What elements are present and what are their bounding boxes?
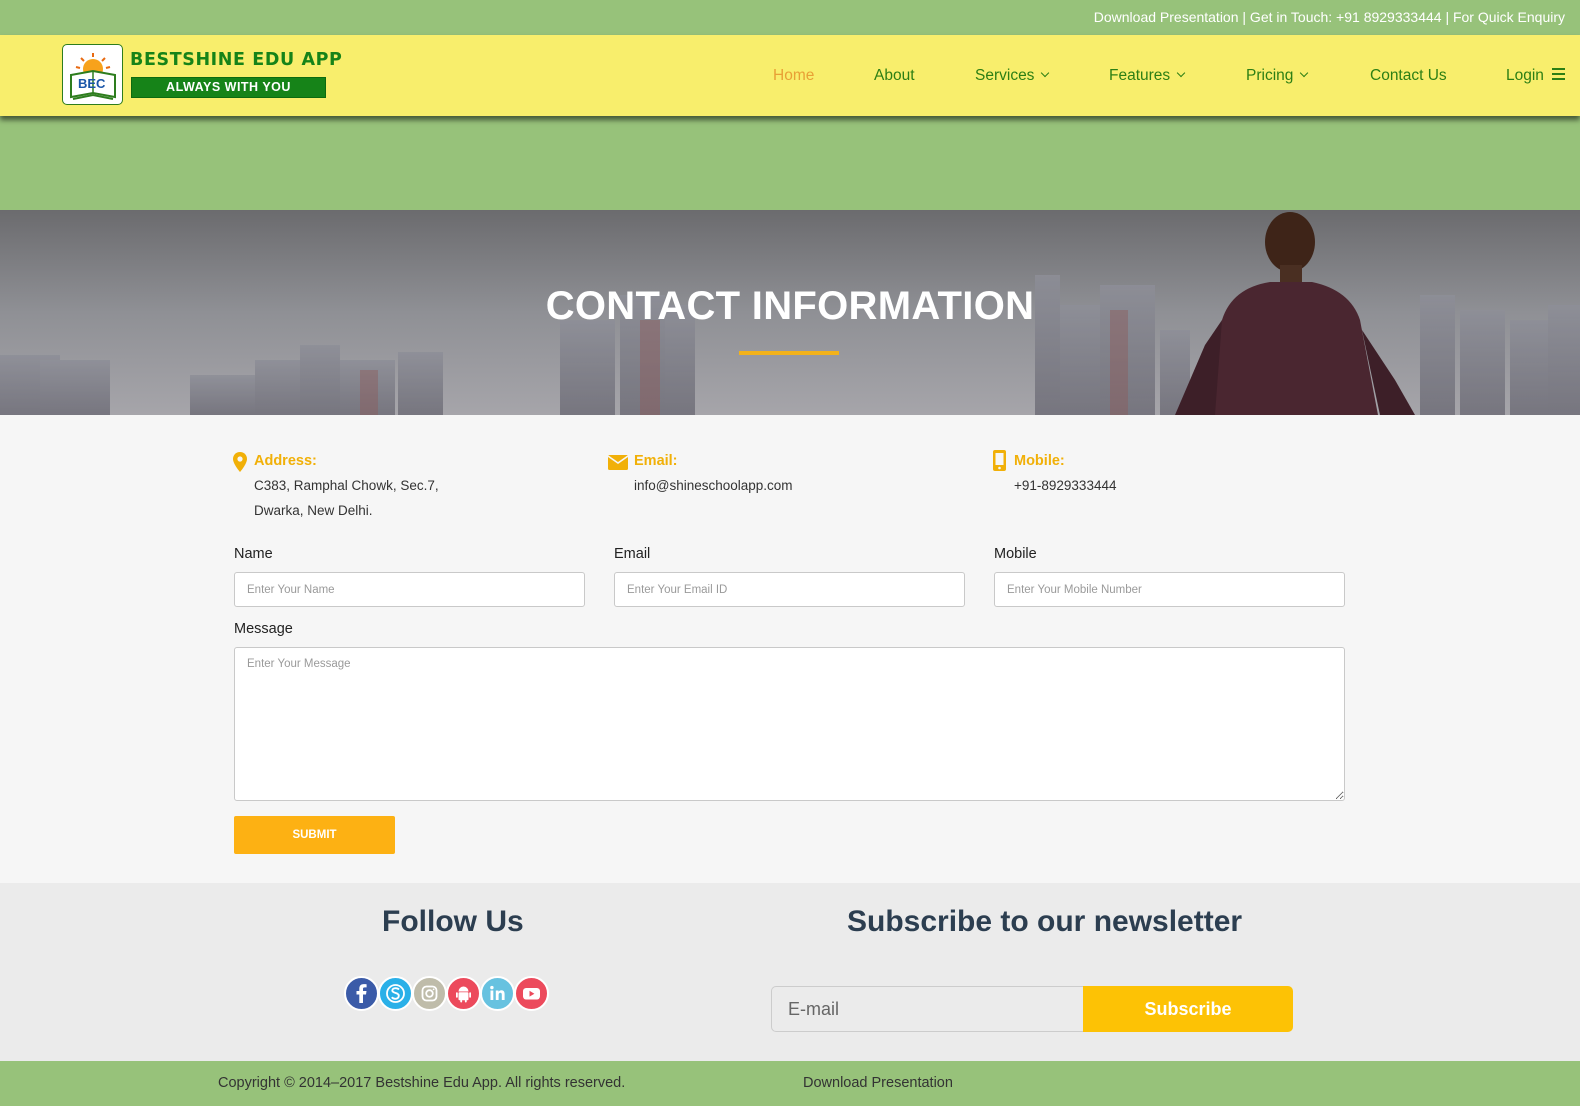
site-footer: Copyright © 2014–2017 Bestshine Edu App.…: [0, 1061, 1580, 1106]
message-textarea[interactable]: [234, 647, 1345, 801]
hero-banner: CONTACT INFORMATION: [0, 210, 1580, 415]
address-line-1: C383, Ramphal Chowk, Sec.7,: [254, 478, 439, 493]
title-underline: [739, 351, 839, 355]
social-newsletter-section: Follow Us Subscribe to our newsletter Su…: [0, 883, 1580, 1061]
youtube-icon[interactable]: [514, 976, 549, 1011]
mobile-input[interactable]: [994, 572, 1345, 607]
address-line-2: Dwarka, New Delhi.: [254, 503, 373, 518]
contact-section: Address: C383, Ramphal Chowk, Sec.7, Dwa…: [0, 415, 1580, 883]
submit-button[interactable]: SUBMIT: [234, 816, 395, 854]
facebook-icon[interactable]: [344, 976, 379, 1011]
nav-about[interactable]: About: [874, 67, 915, 85]
address-label: Address:: [254, 453, 317, 469]
chevron-down-icon: [1300, 68, 1309, 78]
instagram-icon[interactable]: [412, 976, 447, 1011]
name-input[interactable]: [234, 572, 585, 607]
chevron-down-icon: [1041, 68, 1050, 78]
name-field-label: Name: [234, 546, 273, 562]
android-icon[interactable]: [446, 976, 481, 1011]
nav-login[interactable]: Login: [1506, 67, 1565, 85]
mobile-label: Mobile:: [1014, 453, 1065, 469]
linkedin-icon[interactable]: [480, 976, 515, 1011]
nav-features[interactable]: Features: [1109, 67, 1186, 85]
chevron-down-icon: [1176, 68, 1186, 78]
envelope-icon: [608, 455, 628, 470]
email-value[interactable]: info@shineschoolapp.com: [634, 473, 793, 498]
menu-icon: [1551, 68, 1565, 81]
nav-features-label: Features: [1109, 67, 1171, 84]
message-field-label: Message: [234, 621, 293, 637]
email-field-label: Email: [614, 546, 651, 562]
copyright-text: Copyright © 2014–2017 Bestshine Edu App.…: [218, 1075, 626, 1091]
nav-services[interactable]: Services: [975, 67, 1050, 85]
skype-icon[interactable]: [378, 976, 413, 1011]
page-title: CONTACT INFORMATION: [545, 284, 1035, 328]
email-input[interactable]: [614, 572, 965, 607]
mobile-field-label: Mobile: [994, 546, 1037, 562]
nav-contact-us[interactable]: Contact Us: [1370, 67, 1447, 85]
mobile-value[interactable]: +91-8929333444: [1014, 473, 1116, 498]
mobile-phone-icon: [993, 450, 1006, 471]
nav-pricing-label: Pricing: [1246, 67, 1294, 84]
subscribe-button[interactable]: Subscribe: [1083, 986, 1293, 1032]
follow-us-heading: Follow Us: [382, 905, 524, 938]
newsletter-email-input[interactable]: [771, 986, 1086, 1032]
top-info-text[interactable]: Download Presentation | Get in Touch: +9…: [1094, 9, 1565, 25]
nav-services-label: Services: [975, 67, 1035, 84]
download-presentation-link[interactable]: Download Presentation: [803, 1075, 953, 1091]
nav-home[interactable]: Home: [773, 67, 814, 85]
nav-pricing[interactable]: Pricing: [1246, 67, 1309, 85]
map-marker-icon: [233, 452, 247, 472]
top-info-bar: Download Presentation | Get in Touch: +9…: [0, 0, 1580, 35]
main-navigation: Home About Services Features Pricing Con…: [0, 35, 1580, 116]
nav-login-label: Login: [1506, 67, 1544, 84]
site-header: BEC BESTSHINE EDU APP ALWAYS WITH YOU Ho…: [0, 35, 1580, 116]
email-label: Email:: [634, 453, 678, 469]
newsletter-heading: Subscribe to our newsletter: [847, 905, 1243, 938]
header-spacer-band: [0, 116, 1580, 210]
